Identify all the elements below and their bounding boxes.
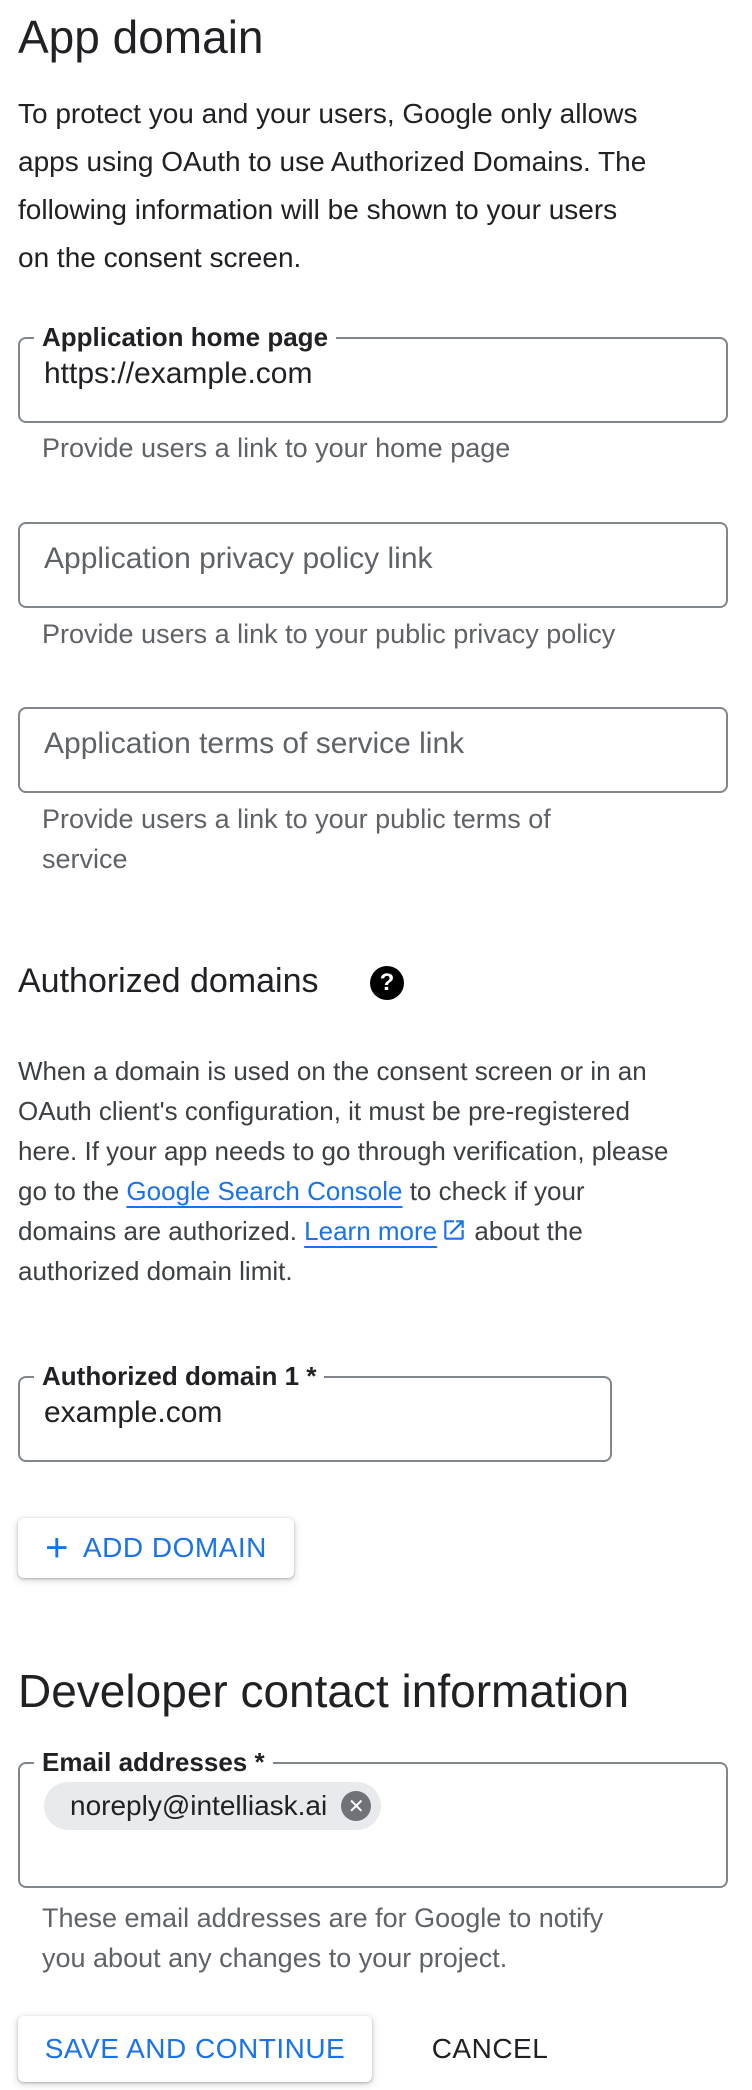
- email-addresses-label: Email addresses *: [34, 1746, 273, 1778]
- description-line: domains are authorized. Learn more about…: [18, 1216, 583, 1246]
- cancel-button[interactable]: CANCEL: [420, 2016, 560, 2082]
- authorized-domain-1-value[interactable]: example.com: [44, 1396, 222, 1430]
- description-line: authorized domain limit.: [18, 1256, 293, 1286]
- email-hint: These email addresses are for Google to …: [42, 1898, 603, 1978]
- terms-of-service-placeholder: Application terms of service link: [44, 727, 465, 760]
- home-page-label: Application home page: [34, 321, 337, 353]
- hint-line: Provide users a link to your public term…: [42, 804, 551, 834]
- home-page-value[interactable]: https://example.com: [44, 357, 312, 391]
- external-link-icon: [444, 1220, 464, 1240]
- hint-line: you about any changes to your project.: [42, 1943, 508, 1973]
- email-chip: noreply@intelliask.ai ✕: [44, 1782, 382, 1830]
- home-page-hint: Provide users a link to your home page: [42, 433, 511, 463]
- add-domain-button[interactable]: + ADD DOMAIN: [18, 1518, 294, 1578]
- privacy-policy-placeholder: Application privacy policy link: [44, 542, 433, 575]
- authorized-domains-description: When a domain is used on the consent scr…: [18, 1051, 748, 1291]
- description-line: OAuth client's configuration, it must be…: [18, 1096, 630, 1126]
- email-chip-label: noreply@intelliask.ai: [70, 1790, 328, 1821]
- privacy-policy-field[interactable]: Application privacy policy link: [18, 522, 728, 608]
- description-line: apps using OAuth to use Authorized Domai…: [18, 146, 647, 177]
- app-domain-title: App domain: [18, 11, 264, 63]
- learn-more-link[interactable]: Learn more: [304, 1216, 437, 1246]
- terms-of-service-hint: Provide users a link to your public term…: [42, 799, 551, 879]
- description-line: on the consent screen.: [18, 242, 302, 273]
- add-domain-label: ADD DOMAIN: [82, 1532, 267, 1563]
- description-line: following information will be shown to y…: [18, 194, 618, 225]
- hint-line: service: [42, 844, 128, 874]
- privacy-policy-hint: Provide users a link to your public priv…: [42, 619, 616, 649]
- authorized-domain-1-label: Authorized domain 1 *: [34, 1360, 325, 1392]
- description-line: When a domain is used on the consent scr…: [18, 1056, 647, 1086]
- google-search-console-link[interactable]: Google Search Console: [126, 1176, 402, 1206]
- plus-icon: +: [45, 1526, 69, 1570]
- save-and-continue-button[interactable]: SAVE AND CONTINUE: [18, 2016, 372, 2082]
- authorized-domain-1-field[interactable]: Authorized domain 1 * example.com: [18, 1360, 612, 1462]
- hint-line: These email addresses are for Google to …: [42, 1903, 604, 1933]
- description-line: To protect you and your users, Google on…: [18, 98, 638, 129]
- email-addresses-field[interactable]: Email addresses * noreply@intelliask.ai …: [18, 1746, 728, 1888]
- help-circle-icon[interactable]: ?: [370, 966, 404, 1000]
- description-line: go to the Google Search Console to check…: [18, 1176, 585, 1206]
- description-line: here. If your app needs to go through ve…: [18, 1136, 669, 1166]
- home-page-field[interactable]: Application home page https://example.co…: [18, 321, 728, 423]
- authorized-domains-title: Authorized domains: [18, 962, 319, 1000]
- developer-contact-title: Developer contact information: [18, 1665, 630, 1717]
- terms-of-service-field[interactable]: Application terms of service link: [18, 707, 728, 793]
- remove-chip-icon[interactable]: ✕: [341, 1791, 372, 1821]
- app-domain-description: To protect you and your users, Google on…: [18, 90, 738, 282]
